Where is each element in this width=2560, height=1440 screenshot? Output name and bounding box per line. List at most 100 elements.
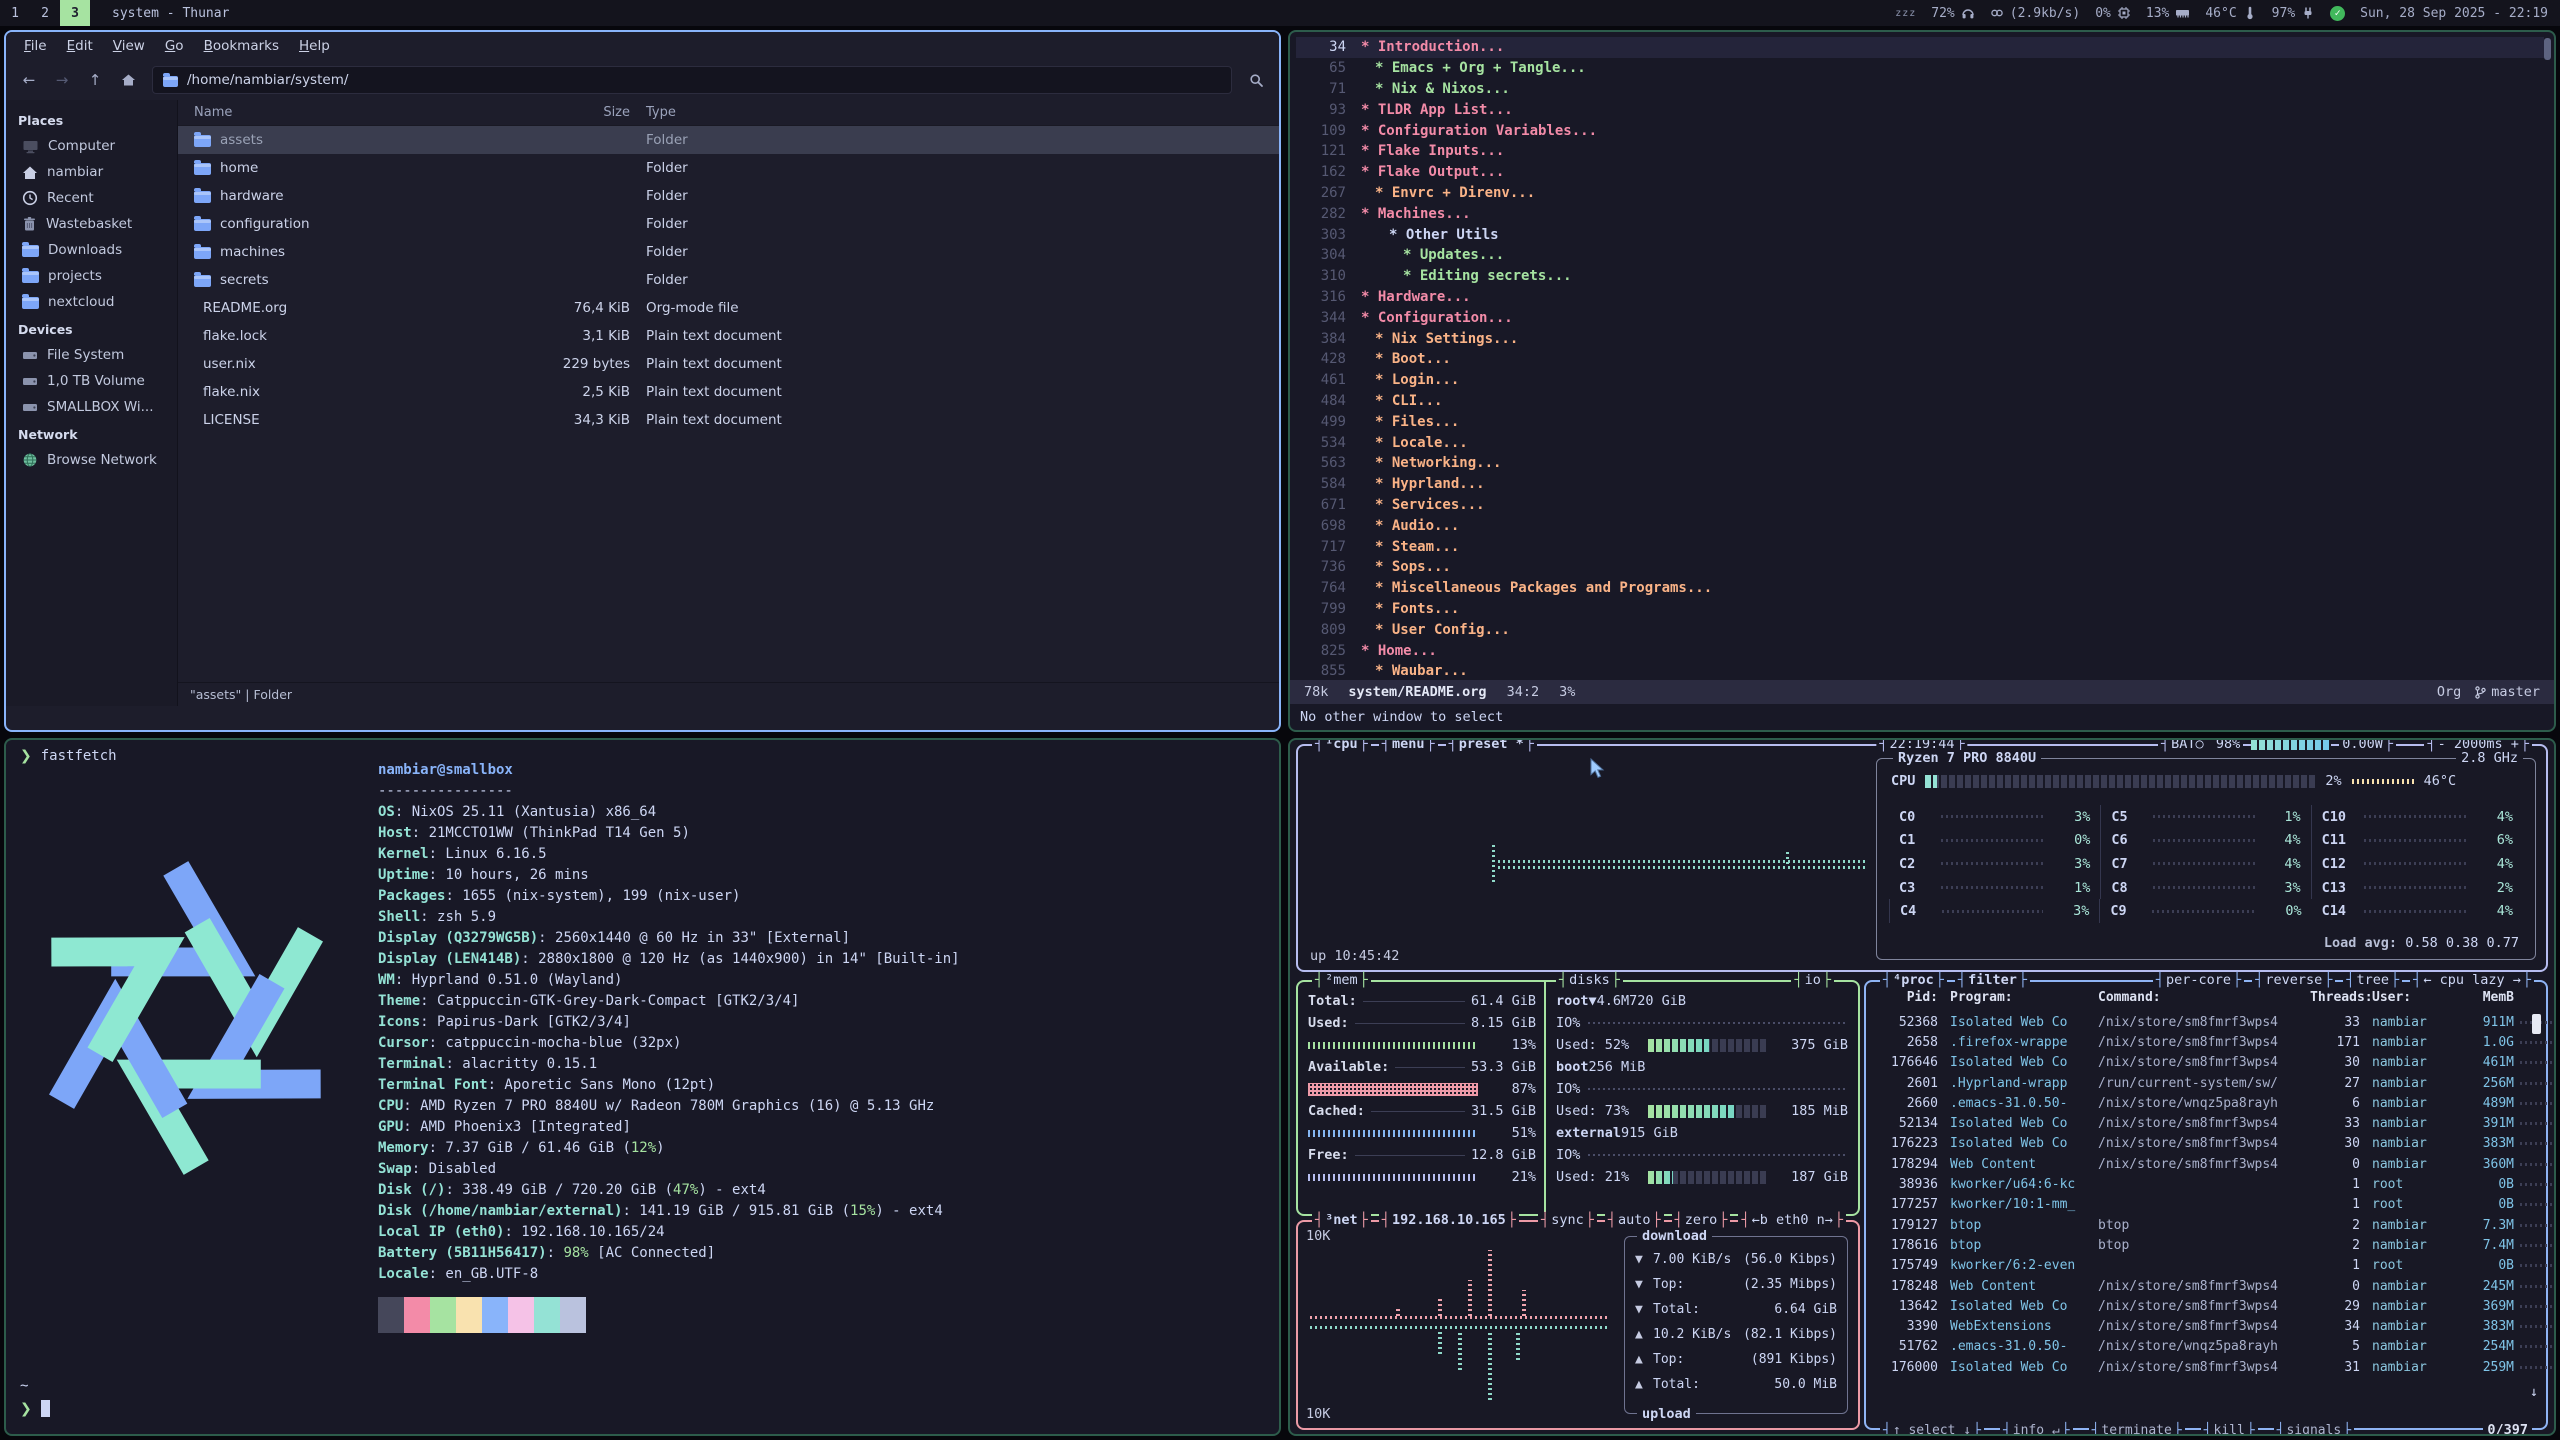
menu-item[interactable]: Edit xyxy=(57,34,103,58)
process-row[interactable]: 52134 Isolated Web Co /nix/store/sm8fmrf… xyxy=(1876,1113,2520,1133)
clock[interactable]: Sun, 28 Sep 2025 - 22:19 xyxy=(2360,6,2548,21)
core-row: C8 3% xyxy=(2100,876,2311,900)
sidebar-item-downloads[interactable]: Downloads xyxy=(6,237,177,263)
file-row[interactable]: hardware Folder xyxy=(178,182,1279,210)
process-program: Isolated Web Co xyxy=(1950,1116,2098,1131)
file-row[interactable]: LICENSE 34,3 KiB Plain text document xyxy=(178,406,1279,434)
proc-action-button[interactable]: ┤signals├ xyxy=(2274,1423,2354,1436)
proc-action-button[interactable]: ┤↑ select ↓├ xyxy=(1880,1423,1984,1436)
sidebar-item-recent[interactable]: Recent xyxy=(6,185,177,211)
column-name[interactable]: Name xyxy=(178,105,534,120)
up-button[interactable]: ↑ xyxy=(80,66,110,94)
process-row[interactable]: 38936 kworker/u64:6-kc 1 root 0B 0.0 xyxy=(1876,1174,2520,1194)
panel-tab[interactable]: ┤⁴proc├ xyxy=(1880,972,1947,988)
menu-item[interactable]: Go xyxy=(155,34,194,58)
process-row[interactable]: 176000 Isolated Web Co /nix/store/sm8fmr… xyxy=(1876,1357,2520,1377)
panel-tab[interactable]: ┤auto├ xyxy=(1605,1212,1664,1228)
panel-tab[interactable]: ┤zero├ xyxy=(1672,1212,1731,1228)
file-row[interactable]: secrets Folder xyxy=(178,266,1279,294)
back-button[interactable]: ← xyxy=(14,66,44,94)
proc-action-button[interactable]: ┤terminate├ xyxy=(2089,1423,2185,1436)
panel-tab[interactable]: ┤tree├ xyxy=(2343,972,2402,988)
panel-tab[interactable]: ┤←b eth0 n→├ xyxy=(1738,1212,1846,1228)
menu-item[interactable]: Bookmarks xyxy=(194,34,289,58)
file-row[interactable]: assets Folder xyxy=(178,126,1279,154)
process-row[interactable]: 176223 Isolated Web Co /nix/store/sm8fmr… xyxy=(1876,1134,2520,1154)
column-size[interactable]: Size xyxy=(534,105,630,120)
process-row[interactable]: 2601 .Hyprland-wrapp /run/current-system… xyxy=(1876,1073,2520,1093)
process-row[interactable]: 13642 Isolated Web Co /nix/store/sm8fmrf… xyxy=(1876,1296,2520,1316)
menu-item[interactable]: View xyxy=(103,34,155,58)
network-module[interactable]: (2.9kb/s) xyxy=(1990,6,2080,21)
path-bar[interactable]: /home/nambiar/system/ xyxy=(152,66,1232,94)
core-percent: 4% xyxy=(2263,832,2301,848)
process-row[interactable]: 176646 Isolated Web Co /nix/store/sm8fmr… xyxy=(1876,1053,2520,1073)
file-row[interactable]: home Folder xyxy=(178,154,1279,182)
fastfetch-info-line: Display (Q3279WG5B): 2560x1440 @ 60 Hz i… xyxy=(378,930,960,951)
sidebar-item-computer[interactable]: Computer xyxy=(6,133,177,159)
process-row[interactable]: 177257 kworker/10:1-mm_ 1 root 0B 0.0 xyxy=(1876,1195,2520,1215)
shell-prompt[interactable]: ❯ xyxy=(20,1400,50,1417)
process-row[interactable]: 178248 Web Content /nix/store/sm8fmrf3wp… xyxy=(1876,1276,2520,1296)
panel-tab[interactable]: ┤← cpu lazy →├ xyxy=(2410,972,2534,988)
file-row[interactable]: flake.lock 3,1 KiB Plain text document xyxy=(178,322,1279,350)
home-button[interactable] xyxy=(113,66,143,94)
file-row[interactable]: configuration Folder xyxy=(178,210,1279,238)
panel-tab[interactable]: ┤³net├ xyxy=(1312,1212,1371,1228)
org-heading-text: * Login... xyxy=(1361,372,1459,388)
process-row[interactable]: 2658 .firefox-wrappe /nix/store/sm8fmrf3… xyxy=(1876,1032,2520,1052)
file-row[interactable]: user.nix 229 bytes Plain text document xyxy=(178,350,1279,378)
process-row[interactable]: 52368 Isolated Web Co /nix/store/sm8fmrf… xyxy=(1876,1012,2520,1032)
sidebar-item-filesystem[interactable]: File System xyxy=(6,342,177,368)
temperature-module[interactable]: 46°C xyxy=(2205,6,2256,21)
proc-scrollbar-thumb[interactable] xyxy=(2532,1014,2541,1034)
panel-tab[interactable]: ┤filter├ xyxy=(1955,972,2030,988)
sidebar-item-home[interactable]: nambiar xyxy=(6,159,177,185)
process-row[interactable]: 3390 WebExtensions /nix/store/sm8fmrf3wp… xyxy=(1876,1316,2520,1336)
panel-tab[interactable]: ┤sync├ xyxy=(1538,1212,1597,1228)
panel-tab[interactable]: ┤reverse├ xyxy=(2252,972,2335,988)
process-row[interactable]: 179127 btop btop 2 nambiar 7.3M 0.0 xyxy=(1876,1215,2520,1235)
column-type[interactable]: Type xyxy=(630,105,1279,120)
process-row[interactable]: 2660 .emacs-31.0.50- /nix/store/wnqz5pa8… xyxy=(1876,1093,2520,1113)
process-row[interactable]: 178294 Web Content /nix/store/sm8fmrf3wp… xyxy=(1876,1154,2520,1174)
sidebar-item-smallbox[interactable]: SMALLBOX Wi... xyxy=(6,394,177,420)
process-row[interactable]: 51762 .emacs-31.0.50- /nix/store/wnqz5pa… xyxy=(1876,1337,2520,1357)
menu-item[interactable]: Help xyxy=(289,34,340,58)
panel-tab[interactable]: ┤preset *├ xyxy=(1446,738,1537,752)
panel-tab[interactable]: ┤menu├ xyxy=(1379,738,1438,752)
panel-tab[interactable]: ┤per-core├ xyxy=(2153,972,2244,988)
sidebar-item-volume[interactable]: 1,0 TB Volume xyxy=(6,368,177,394)
cpu-module[interactable]: 0% xyxy=(2095,6,2131,21)
volume-module[interactable]: 72% xyxy=(1931,6,1974,21)
workspace-button[interactable]: 2 xyxy=(30,0,60,26)
proc-action-button[interactable]: ┤kill├ xyxy=(2201,1423,2258,1436)
idle-inhibit-indicator[interactable]: zzz xyxy=(1895,8,1916,19)
org-heading-line: 461 * Login... xyxy=(1296,370,2544,391)
forward-button[interactable]: → xyxy=(47,66,77,94)
io-tab[interactable]: ┤io├ xyxy=(1791,972,1834,988)
menu-item[interactable]: File xyxy=(14,34,57,58)
process-cpu-graph xyxy=(2520,1183,2556,1186)
file-row[interactable]: machines Folder xyxy=(178,238,1279,266)
sidebar-item-nextcloud[interactable]: nextcloud xyxy=(6,289,177,315)
process-row[interactable]: 178616 btop btop 2 nambiar 7.4M 0.0 xyxy=(1876,1235,2520,1255)
battery-module[interactable]: 97% xyxy=(2272,6,2315,21)
workspace-button[interactable]: 1 xyxy=(0,0,30,26)
sidebar-item-browse-network[interactable]: Browse Network xyxy=(6,447,177,473)
file-row[interactable]: flake.nix 2,5 KiB Plain text document xyxy=(178,378,1279,406)
process-row[interactable]: 175749 kworker/6:2-even 1 root 0B 0.0 xyxy=(1876,1256,2520,1276)
sidebar-item-projects[interactable]: projects xyxy=(6,263,177,289)
disks-tab[interactable]: ┤disks├ xyxy=(1556,972,1623,988)
panel-tab[interactable]: ┤192.168.10.165├ xyxy=(1379,1212,1519,1228)
workspace-button[interactable]: 3 xyxy=(60,0,90,26)
sidebar-item-wastebasket[interactable]: Wastebasket xyxy=(6,211,177,237)
check-circle-icon[interactable]: ✓ xyxy=(2330,6,2345,21)
mem-tab[interactable]: ┤²mem├ xyxy=(1312,972,1371,988)
panel-tab[interactable]: ┤¹cpu├ xyxy=(1312,738,1371,752)
search-button[interactable] xyxy=(1241,66,1271,94)
file-row[interactable]: README.org 76,4 KiB Org-mode file xyxy=(178,294,1279,322)
proc-action-button[interactable]: ┤info ↵├ xyxy=(2000,1423,2073,1436)
memory-module[interactable]: 13% xyxy=(2146,6,2190,21)
scrollbar-thumb[interactable] xyxy=(2544,38,2551,60)
